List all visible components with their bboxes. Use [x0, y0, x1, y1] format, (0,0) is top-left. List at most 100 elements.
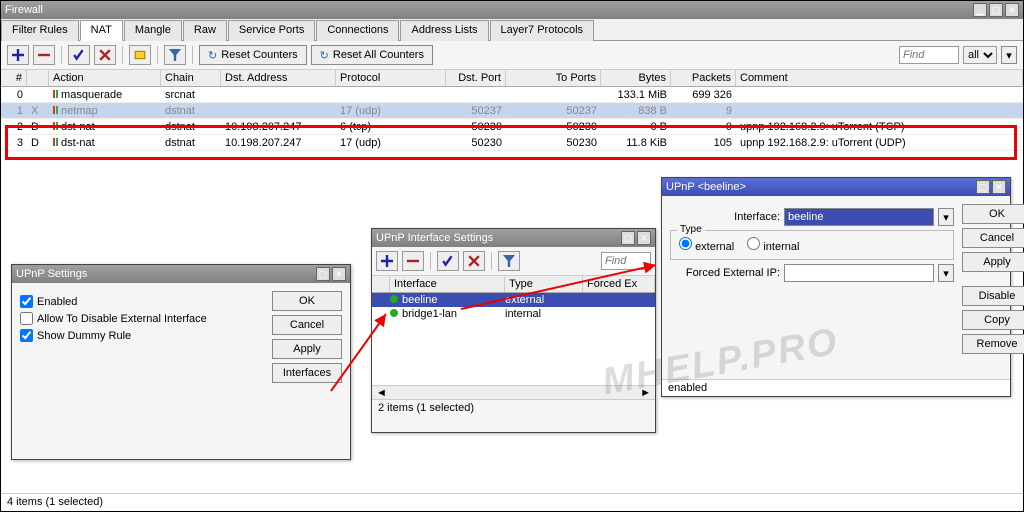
- interface-label: Interface:: [670, 211, 780, 223]
- tab-raw[interactable]: Raw: [183, 20, 227, 41]
- ok-button[interactable]: OK: [962, 204, 1024, 224]
- disable-button[interactable]: [94, 45, 116, 65]
- cancel-button[interactable]: Cancel: [272, 315, 342, 335]
- forced-ip-field[interactable]: [784, 264, 934, 282]
- chevron-down-icon[interactable]: ▾: [938, 208, 954, 226]
- show-dummy-label: Show Dummy Rule: [37, 330, 131, 342]
- window-titlebar: Firewall ▁ ▢ ✕: [1, 1, 1023, 19]
- interface-field[interactable]: [784, 208, 934, 226]
- maximize-icon[interactable]: ▢: [316, 267, 330, 281]
- tab-address-lists[interactable]: Address Lists: [400, 20, 488, 41]
- type-internal-radio[interactable]: [747, 237, 760, 250]
- col-interface[interactable]: Interface: [390, 276, 505, 292]
- status-bar: 4 items (1 selected): [1, 493, 1023, 511]
- table-row[interactable]: 0 masqueradesrcnat133.1 MiB699 326: [1, 87, 1023, 103]
- reset-counters-button[interactable]: ↻Reset Counters: [199, 45, 307, 65]
- allow-disable-label: Allow To Disable External Interface: [37, 313, 207, 325]
- maximize-icon[interactable]: ▢: [621, 231, 635, 245]
- upnp-interface-settings-window: UPnP Interface Settings ▢ ✕ Interface Ty…: [371, 228, 656, 433]
- upnp-beeline-window: UPnP <beeline> ▢ ✕ Interface: ▾ Type ext…: [661, 177, 1011, 397]
- iface-status: 2 items (1 selected): [372, 399, 655, 416]
- col-comment[interactable]: Comment: [736, 70, 1023, 86]
- beeline-title: UPnP <beeline>: [666, 181, 746, 193]
- col-bytes[interactable]: Bytes: [601, 70, 671, 86]
- interfaces-button[interactable]: Interfaces: [272, 363, 342, 383]
- upnp-iface-titlebar: UPnP Interface Settings ▢ ✕: [372, 229, 655, 247]
- col-to-ports[interactable]: To Ports: [506, 70, 601, 86]
- filter-dropdown-icon[interactable]: ▾: [1001, 46, 1017, 64]
- col-action[interactable]: Action: [49, 70, 161, 86]
- filter-select[interactable]: all: [963, 46, 997, 64]
- col-number[interactable]: #: [1, 70, 27, 86]
- comment-button[interactable]: [129, 45, 151, 65]
- list-item[interactable]: bridge1-laninternal: [372, 307, 655, 321]
- list-item[interactable]: beelineexternal: [372, 293, 655, 307]
- table-row[interactable]: 2D dst-natdstnat10.198.207.2476 (tcp)502…: [1, 119, 1023, 135]
- cancel-button[interactable]: Cancel: [962, 228, 1024, 248]
- add-button[interactable]: [376, 251, 398, 271]
- enabled-label: Enabled: [37, 296, 77, 308]
- tab-layer7[interactable]: Layer7 Protocols: [490, 20, 595, 41]
- col-type[interactable]: Type: [505, 276, 583, 292]
- nat-table-body: 0 masqueradesrcnat133.1 MiB699 3261X net…: [1, 87, 1023, 151]
- beeline-titlebar: UPnP <beeline> ▢ ✕: [662, 178, 1010, 196]
- table-row[interactable]: 1X netmapdstnat17 (udp)5023750237838 B9: [1, 103, 1023, 119]
- maximize-icon[interactable]: ▢: [989, 3, 1003, 17]
- show-dummy-checkbox[interactable]: [20, 329, 33, 342]
- close-icon[interactable]: ✕: [332, 267, 346, 281]
- scrollbar[interactable]: ◄►: [372, 385, 655, 399]
- toolbar: ↻Reset Counters ↻Reset All Counters all …: [1, 41, 1023, 70]
- remove-button[interactable]: Remove: [962, 334, 1024, 354]
- table-row[interactable]: 3D dst-natdstnat10.198.207.24717 (udp)50…: [1, 135, 1023, 151]
- remove-button[interactable]: [402, 251, 424, 271]
- type-fieldset: Type external internal: [670, 230, 954, 260]
- firewall-tabs: Filter Rules NAT Mangle Raw Service Port…: [1, 19, 1023, 41]
- col-dst-port[interactable]: Dst. Port: [446, 70, 506, 86]
- upnp-settings-titlebar: UPnP Settings ▢ ✕: [12, 265, 350, 283]
- col-protocol[interactable]: Protocol: [336, 70, 446, 86]
- nat-table-header: # Action Chain Dst. Address Protocol Dst…: [1, 70, 1023, 87]
- tab-nat[interactable]: NAT: [80, 20, 123, 41]
- col-dst-address[interactable]: Dst. Address: [221, 70, 336, 86]
- close-icon[interactable]: ✕: [1005, 3, 1019, 17]
- tab-mangle[interactable]: Mangle: [124, 20, 182, 41]
- filter-icon[interactable]: [164, 45, 186, 65]
- reset-all-counters-button[interactable]: ↻Reset All Counters: [311, 45, 433, 65]
- col-packets[interactable]: Packets: [671, 70, 736, 86]
- tab-filter-rules[interactable]: Filter Rules: [1, 20, 79, 41]
- find-input[interactable]: [899, 46, 959, 64]
- close-icon[interactable]: ✕: [637, 231, 651, 245]
- apply-button[interactable]: Apply: [962, 252, 1024, 272]
- chevron-down-icon[interactable]: ▾: [938, 264, 954, 282]
- external-label: external: [695, 241, 734, 253]
- filter-icon[interactable]: [498, 251, 520, 271]
- close-icon[interactable]: ✕: [992, 180, 1006, 194]
- copy-button[interactable]: Copy: [962, 310, 1024, 330]
- enable-button[interactable]: [68, 45, 90, 65]
- disable-button[interactable]: [463, 251, 485, 271]
- tab-connections[interactable]: Connections: [316, 20, 399, 41]
- type-external-radio[interactable]: [679, 237, 692, 250]
- disable-button[interactable]: Disable: [962, 286, 1024, 306]
- beeline-status: enabled: [662, 379, 1010, 396]
- enable-button[interactable]: [437, 251, 459, 271]
- col-forced-ext[interactable]: Forced Ex: [583, 276, 655, 292]
- col-blank[interactable]: [372, 276, 390, 292]
- find-input[interactable]: [601, 252, 651, 270]
- tab-service-ports[interactable]: Service Ports: [228, 20, 315, 41]
- maximize-icon[interactable]: ▢: [976, 180, 990, 194]
- enabled-checkbox[interactable]: [20, 295, 33, 308]
- minimize-icon[interactable]: ▁: [973, 3, 987, 17]
- add-button[interactable]: [7, 45, 29, 65]
- internal-label: internal: [763, 241, 799, 253]
- ok-button[interactable]: OK: [272, 291, 342, 311]
- forced-ip-label: Forced External IP:: [670, 267, 780, 279]
- upnp-iface-title: UPnP Interface Settings: [376, 232, 493, 244]
- col-chain[interactable]: Chain: [161, 70, 221, 86]
- window-title: Firewall: [5, 4, 43, 16]
- col-flag[interactable]: [27, 70, 49, 86]
- remove-button[interactable]: [33, 45, 55, 65]
- allow-disable-checkbox[interactable]: [20, 312, 33, 325]
- apply-button[interactable]: Apply: [272, 339, 342, 359]
- type-legend: Type: [677, 224, 705, 235]
